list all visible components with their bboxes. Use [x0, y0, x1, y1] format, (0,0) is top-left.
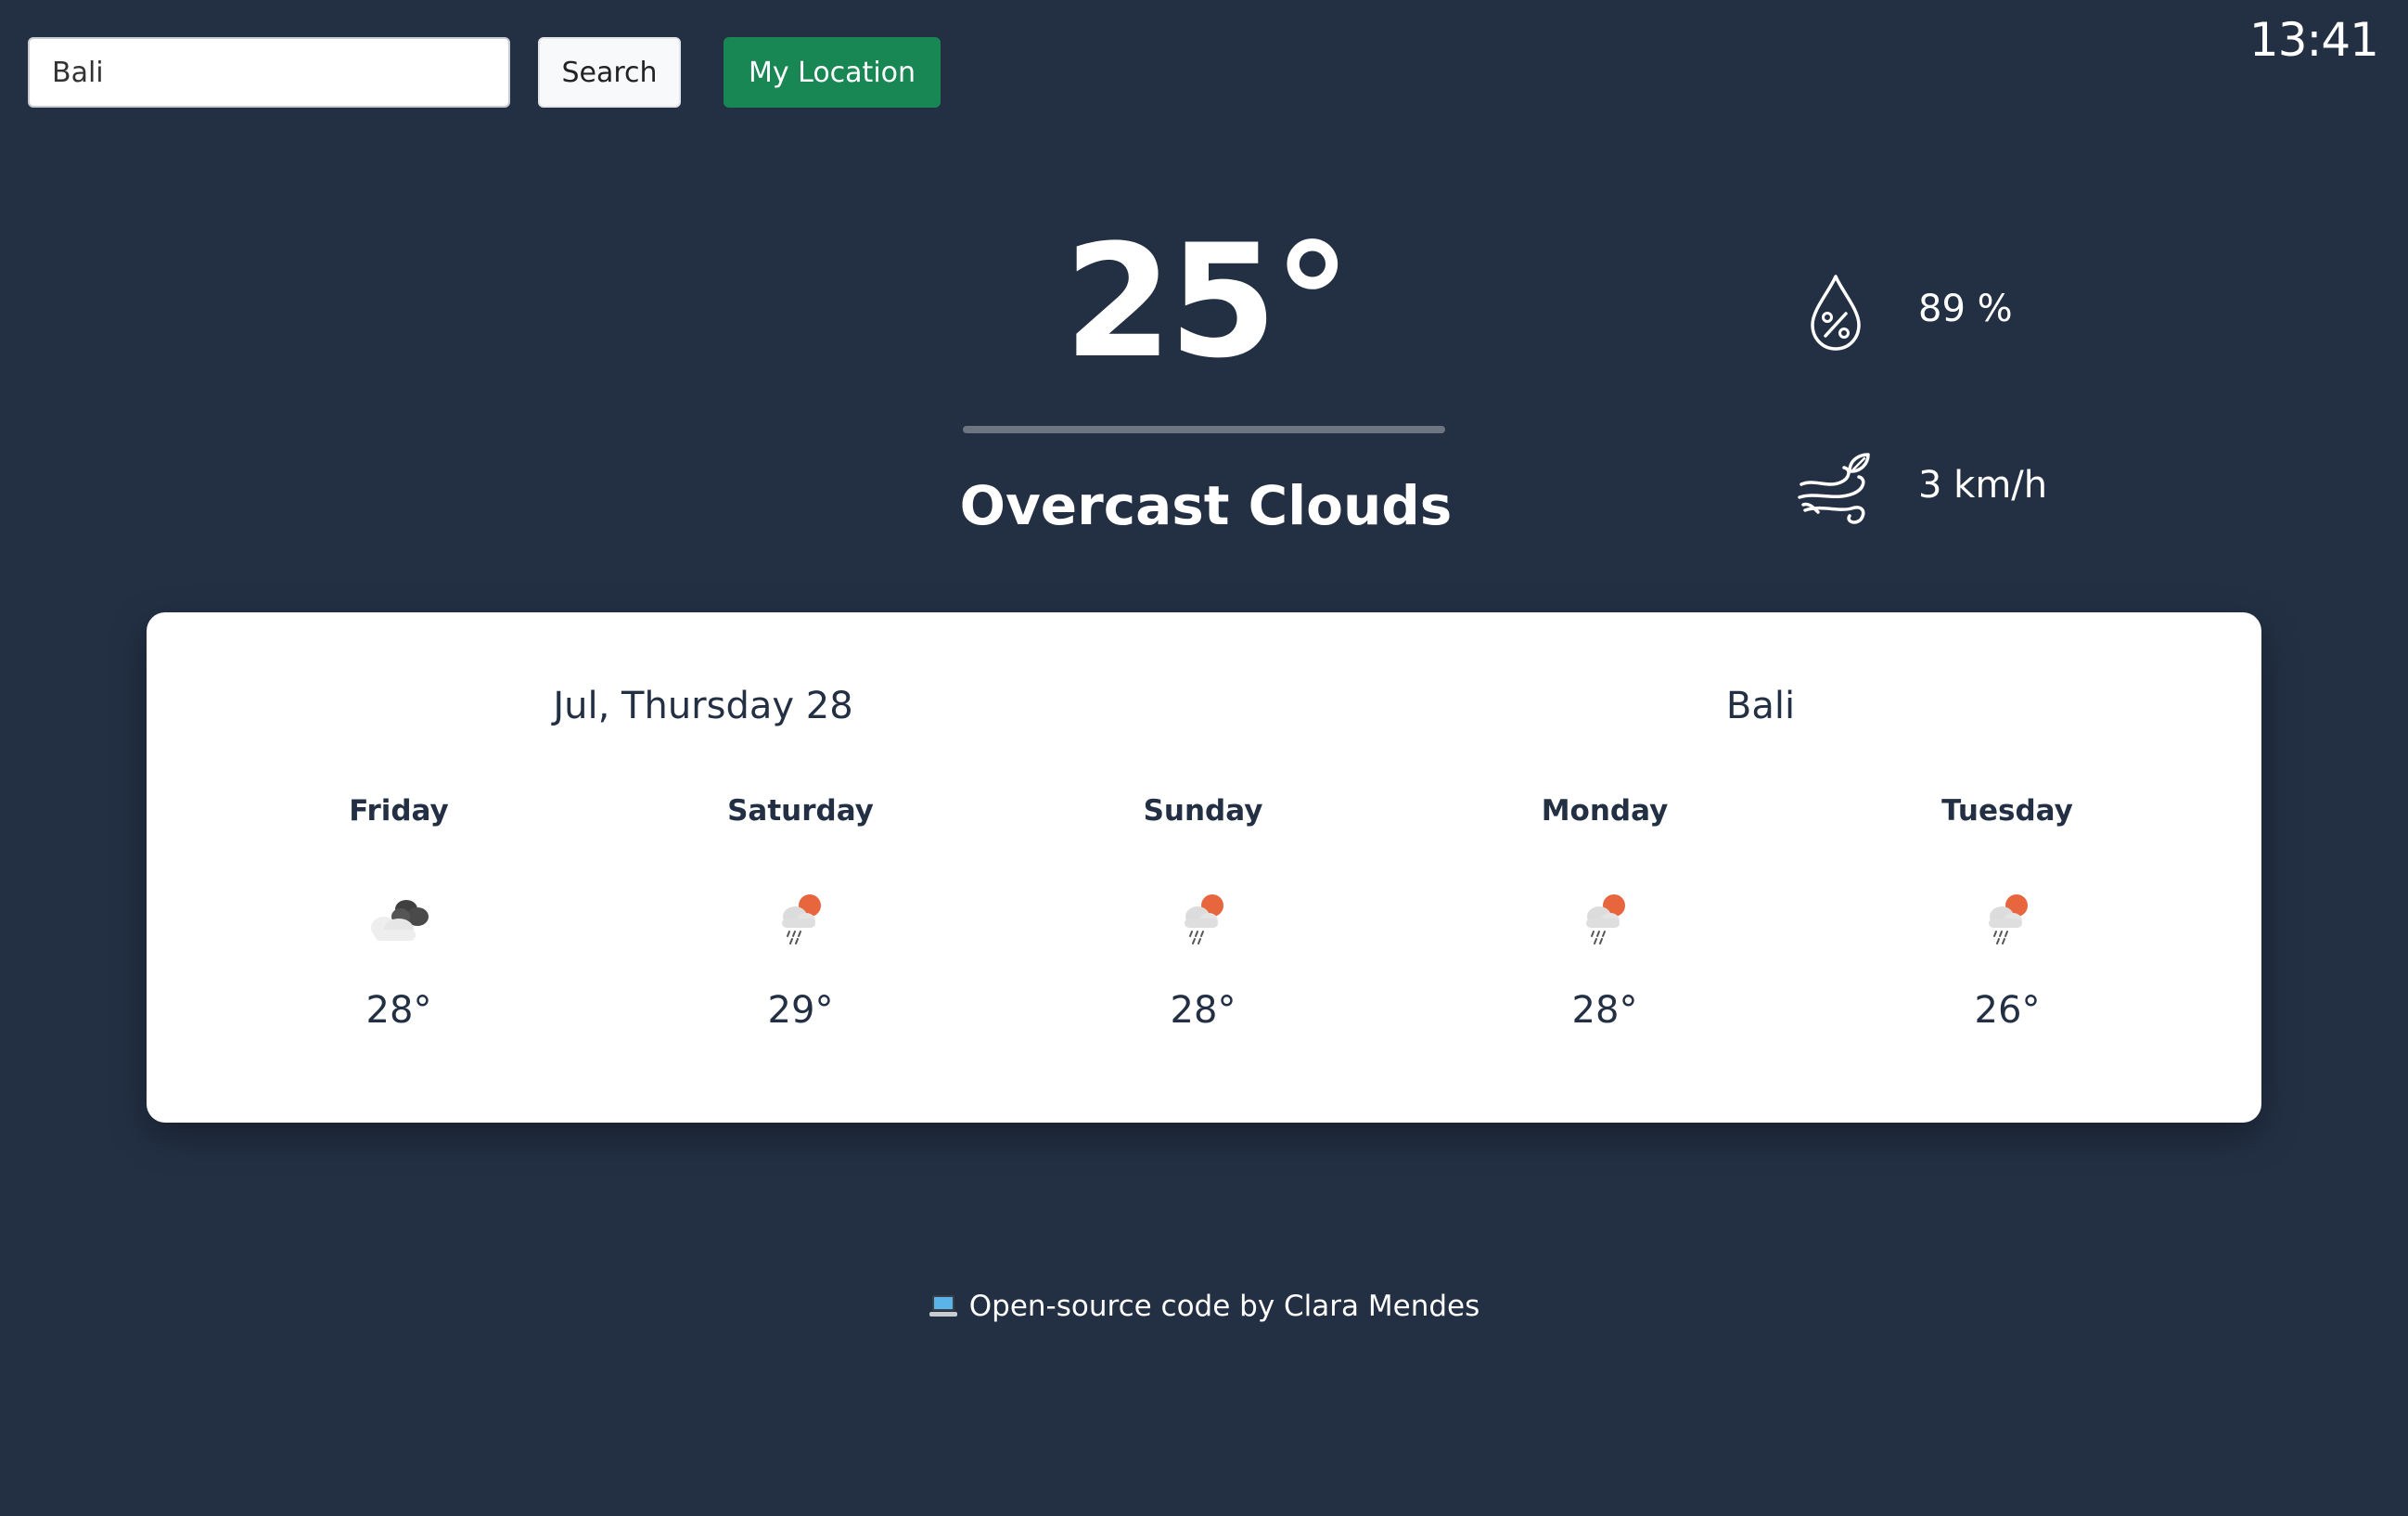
weather-app: Search My Location 13:41 25° Overcast Cl… — [0, 0, 2408, 1516]
laptop-icon — [929, 1295, 957, 1317]
forecast-card: Jul, Thursday 28 Bali Friday 28° Saturda… — [147, 612, 2261, 1123]
forecast-day-temp: 28° — [1571, 989, 1638, 1032]
forecast-city: Bali — [1725, 685, 1796, 727]
humidity-icon — [1811, 275, 1861, 351]
forecast-day-name: Tuesday — [1941, 794, 2073, 828]
rain-sun-icon — [782, 894, 821, 944]
forecast-day: Sunday 28° — [1064, 789, 1342, 1032]
forecast-day: Saturday 29° — [661, 789, 940, 1032]
forecast-day-temp: 26° — [1974, 989, 2041, 1032]
footer: Open-source code by Clara Mendes — [0, 1290, 2408, 1323]
forecast-day: Friday 28° — [260, 789, 538, 1032]
search-button[interactable]: Search — [538, 37, 681, 108]
forecast-day-temp: 28° — [365, 989, 432, 1032]
rain-sun-icon — [1185, 894, 1223, 944]
humidity-value: 89 % — [1918, 288, 2013, 330]
city-search-input[interactable] — [28, 37, 510, 108]
forecast-date: Jul, Thursday 28 — [553, 685, 853, 727]
forecast-day: Tuesday 26° — [1868, 789, 2146, 1032]
wind-icon — [1798, 453, 1870, 524]
weather-condition: Overcast Clouds — [959, 474, 1453, 537]
forecast-day-name: Saturday — [727, 794, 874, 828]
broken-clouds-icon — [371, 900, 429, 941]
rain-sun-icon — [1586, 894, 1625, 944]
rain-sun-icon — [1989, 894, 2028, 944]
clock: 13:41 — [2248, 13, 2379, 67]
forecast-day-name: Sunday — [1143, 794, 1263, 828]
forecast-day: Monday 28° — [1466, 789, 1744, 1032]
temperature-divider — [963, 426, 1445, 433]
wind-speed-value: 3 km/h — [1918, 464, 2048, 507]
forecast-day-temp: 28° — [1170, 989, 1236, 1032]
forecast-day-name: Monday — [1541, 794, 1669, 828]
current-temperature: 25° — [1064, 211, 1351, 392]
my-location-button[interactable]: My Location — [724, 37, 941, 108]
forecast-day-temp: 29° — [767, 989, 834, 1032]
forecast-day-name: Friday — [349, 794, 449, 828]
source-code-link[interactable]: Open-source code by Clara Mendes — [969, 1290, 1480, 1323]
